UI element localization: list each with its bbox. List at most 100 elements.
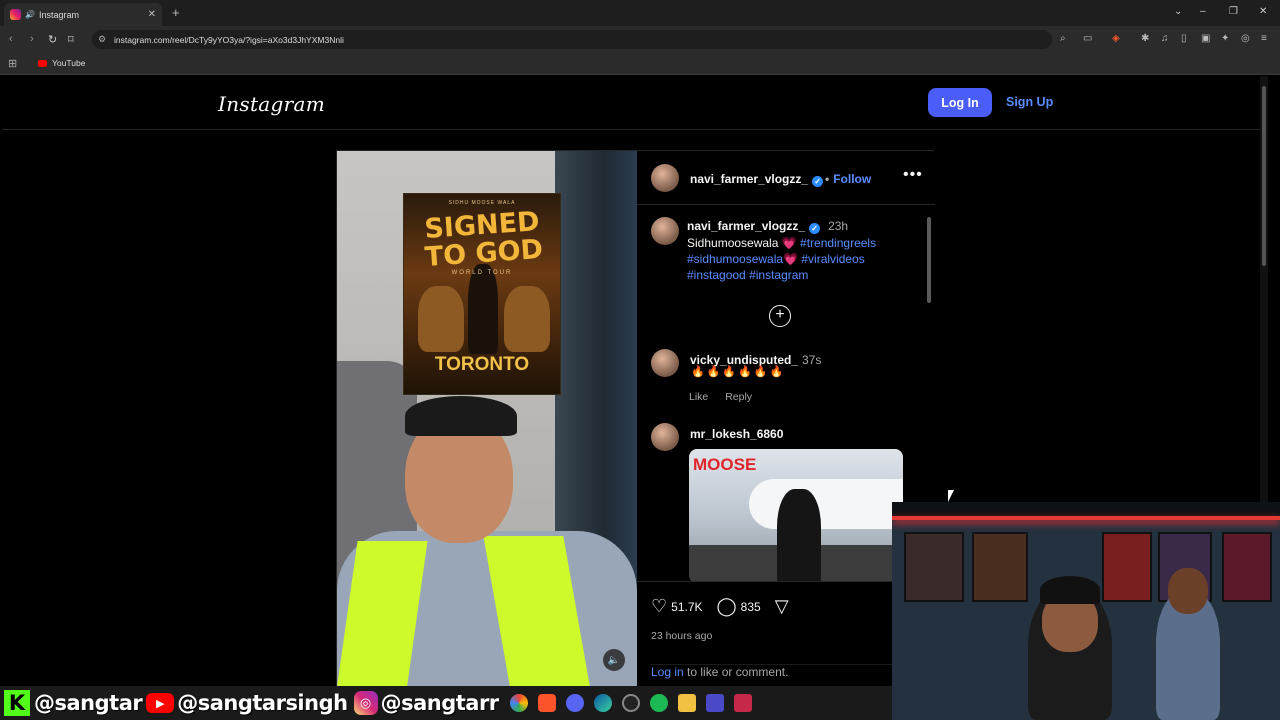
url-text: instagram.com/reel/DcTy9yYO3ya/?igsi=aXo…: [114, 35, 344, 45]
guest-face: [1168, 568, 1208, 614]
apps-grid-icon[interactable]: ⊞: [8, 57, 17, 70]
comments-scroll-thumb[interactable]: [927, 217, 931, 303]
hashtag[interactable]: #trendingreels: [800, 236, 876, 250]
login-prompt-link[interactable]: Log in: [651, 665, 684, 679]
signup-link[interactable]: Sign Up: [1006, 95, 1053, 109]
media-icon[interactable]: ♫: [1161, 33, 1169, 44]
comment-text: 🔥🔥🔥🔥🔥🔥: [691, 366, 786, 378]
wall-frame: [1102, 532, 1152, 602]
comment-avatar[interactable]: [651, 349, 679, 377]
comment-image[interactable]: MOOSE: [689, 449, 903, 581]
caption-username-text: navi_farmer_vlogzz_: [687, 219, 806, 233]
poster-title: SIGNED TO GOD: [423, 206, 545, 274]
restore-button[interactable]: ❐: [1229, 6, 1238, 17]
cast-icon[interactable]: ▭: [1083, 33, 1092, 44]
login-prompt: Log in to like or comment.: [651, 664, 921, 679]
poster-world-tour: WORLD TOUR: [451, 270, 513, 276]
author-avatar[interactable]: [651, 164, 679, 192]
reel-video[interactable]: SIDHU MOOSE WALA SIGNED TO GOD WORLD TOU…: [337, 151, 637, 691]
post-timestamp: 23 hours ago: [651, 630, 713, 642]
caption-body: Sidhumoosewala: [687, 236, 779, 250]
caption-username[interactable]: navi_farmer_vlogzz_ ✓ 23h: [687, 219, 848, 234]
app-icon[interactable]: [733, 694, 752, 712]
bookmarks-bar: ⊞ YouTube: [0, 53, 1280, 75]
tab-list-icon[interactable]: ⌄: [1174, 6, 1182, 17]
hashtag[interactable]: #sidhumoosewala: [687, 252, 783, 266]
comment-time: 37s: [802, 353, 822, 367]
file-explorer-icon[interactable]: [677, 694, 696, 712]
close-window-button[interactable]: ✕: [1259, 6, 1267, 17]
tour-poster: SIDHU MOOSE WALA SIGNED TO GOD WORLD TOU…: [403, 193, 561, 395]
poster-lion-right: [504, 286, 550, 352]
reload-icon[interactable]: ↻: [48, 33, 57, 46]
address-bar-row: ‹ › ↻ ⌑ ⚙ instagram.com/reel/DcTy9yYO3ya…: [0, 26, 1280, 53]
brave-icon[interactable]: [537, 694, 556, 712]
poster-artist: SIDHU MOOSE WALA: [448, 200, 516, 206]
streamer-beanie: [1040, 576, 1100, 604]
spotify-icon[interactable]: [649, 694, 668, 712]
poster-lion-left: [418, 286, 464, 352]
instagram-handle: @sangtarr: [380, 691, 500, 715]
caption-avatar[interactable]: [651, 217, 679, 245]
vpn-icon[interactable]: ◎: [1241, 33, 1250, 44]
post-actions: ♡ 51.7K ◯ 835 ▽: [651, 596, 793, 617]
browser-tab[interactable]: 🔊 Instagram ✕: [4, 3, 162, 26]
share-send-icon[interactable]: ▽: [775, 596, 789, 617]
back-icon[interactable]: ‹: [9, 33, 13, 45]
wall-frame: [904, 532, 964, 602]
likes-count: 51.7K: [671, 599, 703, 614]
forward-icon[interactable]: ›: [30, 33, 34, 45]
close-tab-icon[interactable]: ✕: [148, 9, 156, 20]
sidebar-icon[interactable]: ▯: [1181, 33, 1187, 44]
follow-button[interactable]: • Follow: [825, 172, 871, 186]
page-scroll-thumb[interactable]: [1262, 86, 1266, 266]
wall-frame: [1222, 532, 1272, 602]
brave-shield-icon[interactable]: ◈: [1112, 33, 1120, 44]
minimize-button[interactable]: –: [1200, 6, 1206, 17]
verified-badge-icon: ✓: [812, 176, 824, 187]
comment-username[interactable]: mr_lokesh_6860: [690, 427, 783, 441]
hashtag[interactable]: #instagram: [749, 268, 808, 282]
social-handles-bar: K @sangtar ▶ @sangtarsingh ◎ @sangtarr: [0, 686, 892, 720]
sound-toggle-icon[interactable]: 🔈: [603, 649, 625, 671]
post-header: navi_farmer_vlogzz_ ✓ • Follow •••: [637, 151, 935, 205]
heart-emoji: 💗: [783, 252, 799, 266]
more-options-icon[interactable]: •••: [903, 166, 923, 184]
url-field[interactable]: ⚙ instagram.com/reel/DcTy9yYO3ya/?igsi=a…: [92, 30, 1052, 49]
hashtag[interactable]: #viralvideos: [801, 252, 864, 266]
comment-reply-button[interactable]: Reply: [725, 391, 752, 403]
obs-icon[interactable]: [621, 694, 640, 712]
load-more-comments-icon[interactable]: +: [769, 305, 791, 327]
menu-icon[interactable]: ≡: [1261, 33, 1267, 44]
new-tab-button[interactable]: +: [172, 5, 180, 20]
discord-icon[interactable]: [565, 694, 584, 712]
speaker-icon[interactable]: 🔊: [25, 10, 35, 19]
bookmark-youtube[interactable]: YouTube: [38, 58, 85, 68]
webcam-led-strip: [892, 516, 1280, 520]
instagram-logo[interactable]: Instagram: [218, 92, 325, 116]
leo-ai-icon[interactable]: ✦: [1221, 33, 1229, 44]
login-prompt-text: to like or comment.: [683, 665, 789, 679]
kick-icon: K: [4, 690, 30, 716]
dot-separator: •: [825, 172, 830, 186]
site-info-icon[interactable]: ⚙: [98, 34, 106, 45]
like-heart-icon[interactable]: ♡: [651, 596, 667, 617]
comment-bubble-icon[interactable]: ◯: [717, 596, 737, 617]
edge-icon[interactable]: [593, 694, 612, 712]
extensions-icon[interactable]: ✱: [1141, 33, 1149, 44]
bookmark-icon[interactable]: ⌑: [68, 33, 74, 46]
login-button[interactable]: Log In: [928, 88, 992, 117]
zoom-icon[interactable]: ⌕: [1060, 33, 1066, 44]
instagram-logo-icon: ◎: [353, 691, 378, 715]
youtube-icon: [38, 59, 47, 67]
comment-like-button[interactable]: Like: [689, 391, 708, 403]
author-username[interactable]: navi_farmer_vlogzz_ ✓: [690, 172, 824, 187]
image-plane: [749, 479, 903, 529]
wallet-icon[interactable]: ▣: [1201, 33, 1210, 44]
follow-label: Follow: [833, 172, 872, 186]
comment-avatar[interactable]: [651, 423, 679, 451]
youtube-handle: @sangtarsingh: [177, 691, 348, 715]
chrome-icon[interactable]: [509, 694, 528, 712]
app-icon[interactable]: [705, 694, 724, 712]
hashtag[interactable]: #instagood: [687, 268, 746, 282]
